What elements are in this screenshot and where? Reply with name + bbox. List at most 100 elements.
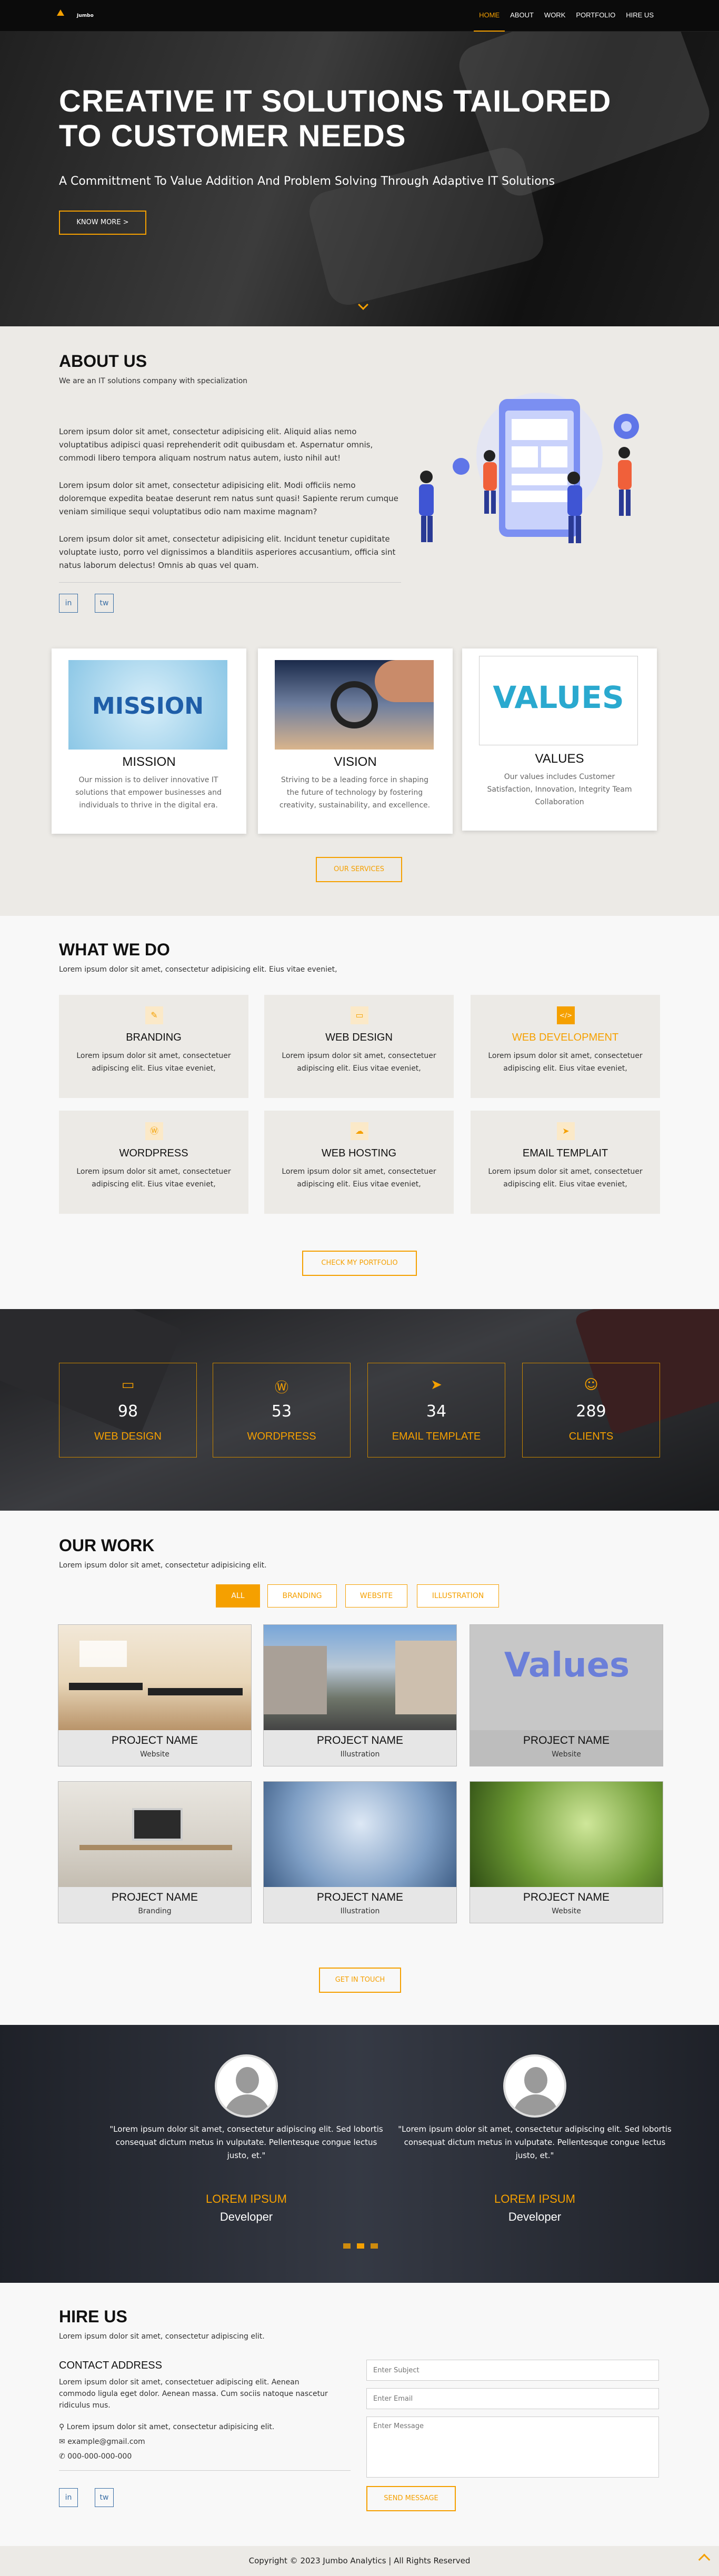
email-input[interactable] (366, 2388, 659, 2409)
service-text: Lorem ipsum dolor sit amet, consectetuer… (282, 1052, 436, 1073)
hero-title: CREATIVE IT SOLUTIONS TAILORED TO CUSTOM… (59, 84, 612, 153)
filter-illustration[interactable]: ILLUSTRATION (417, 1584, 499, 1607)
project-name: PROJECT NAME (523, 1891, 610, 1903)
project-image: Values (470, 1625, 663, 1730)
paper-plane-icon: ➤ (431, 1377, 442, 1393)
twitter-icon[interactable]: tw (95, 594, 114, 613)
about-title: ABOUT US (59, 352, 147, 371)
service-title: WEB HOSTING (321, 1147, 397, 1159)
filter-branding[interactable]: BRANDING (267, 1584, 337, 1607)
service-text: Lorem ipsum dolor sit amet, consectetuer… (76, 1167, 231, 1189)
project-card[interactable]: Values PROJECT NAME Website (470, 1624, 663, 1766)
project-name: PROJECT NAME (111, 1734, 198, 1746)
carousel-dot-active[interactable] (357, 2243, 364, 2249)
testimonial-card: "Lorem ipsum dolor sit amet, consectetur… (398, 2054, 672, 2265)
carousel-dot[interactable] (343, 2243, 351, 2249)
contact-title: CONTACT ADDRESS (59, 2360, 162, 2371)
project-card[interactable]: PROJECT NAME Website (470, 1781, 663, 1923)
project-category: Website (140, 1750, 169, 1759)
project-card[interactable]: PROJECT NAME Website (58, 1624, 252, 1766)
mission-title: MISSION (122, 755, 176, 769)
service-card-branding[interactable]: ✎ BRANDING Lorem ipsum dolor sit amet, c… (59, 995, 248, 1098)
send-message-button[interactable]: SEND MESSAGE (366, 2486, 456, 2511)
nav-link-about[interactable]: ABOUT (505, 0, 539, 32)
email-row: ✉ example@gmail.com (59, 2438, 145, 2446)
linkedin-icon[interactable]: in (59, 2488, 78, 2507)
service-title: EMAIL TEMPLAIT (522, 1147, 608, 1159)
service-card-email-template[interactable]: ➤ EMAIL TEMPLAIT Lorem ipsum dolor sit a… (471, 1111, 660, 1214)
wordpress-icon: Ⓦ (274, 1380, 288, 1396)
monitor-icon: ▭ (351, 1006, 368, 1024)
logo-mark-icon (57, 9, 64, 16)
copyright-text: Copyright © 2023 Jumbo Analytics | All R… (248, 2556, 471, 2565)
hire-title: HIRE US (59, 2307, 127, 2326)
work-title: OUR WORK (59, 1536, 155, 1555)
message-textarea[interactable] (366, 2417, 659, 2478)
about-paragraph-2: Lorem ipsum dolor sit amet, consectetur … (59, 481, 398, 516)
project-card[interactable]: PROJECT NAME Illustration (263, 1624, 457, 1766)
service-title: WORDPRESS (119, 1147, 188, 1159)
hero-section: CREATIVE IT SOLUTIONS TAILORED TO CUSTOM… (0, 32, 719, 326)
cloud-icon: ☁ (351, 1122, 368, 1140)
twitter-icon[interactable]: tw (95, 2488, 114, 2507)
values-title: VALUES (535, 752, 584, 766)
project-image (264, 1625, 456, 1730)
paper-plane-icon: ➤ (557, 1122, 575, 1140)
service-card-web-hosting[interactable]: ☁ WEB HOSTING Lorem ipsum dolor sit amet… (264, 1111, 454, 1214)
service-text: Lorem ipsum dolor sit amet, consectetuer… (76, 1052, 231, 1073)
nav-link-hire-us[interactable]: HIRE US (621, 0, 659, 32)
service-card-web-development[interactable]: </> WEB DEVELOPMENT Lorem ipsum dolor si… (471, 995, 660, 1098)
service-card-web-design[interactable]: ▭ WEB DESIGN Lorem ipsum dolor sit amet,… (264, 995, 454, 1098)
footer: Copyright © 2023 Jumbo Analytics | All R… (0, 2546, 719, 2576)
hero-subtitle: A Committment To Value Addition And Prob… (59, 175, 555, 188)
know-more-button[interactable]: KNOW MORE > (59, 211, 146, 235)
service-card-wordpress[interactable]: Ⓦ WORDPRESS Lorem ipsum dolor sit amet, … (59, 1111, 248, 1214)
subject-input[interactable] (366, 2360, 659, 2381)
filter-all[interactable]: ALL (216, 1584, 260, 1607)
chevron-up-icon[interactable] (698, 2553, 711, 2566)
hire-subtitle: Lorem ipsum dolor sit amet, consectetur … (59, 2332, 265, 2341)
filter-website[interactable]: WEBSITE (345, 1584, 407, 1607)
avatar (503, 2054, 566, 2118)
services-subtitle: Lorem ipsum dolor sit amet, consectetur … (59, 965, 337, 974)
logo[interactable]: Jumbo (57, 9, 94, 22)
testimonial-quote: "Lorem ipsum dolor sit amet, consectetur… (398, 2124, 672, 2160)
testimonial-role: Developer (508, 2210, 562, 2223)
stat-value: 289 (576, 1402, 606, 1421)
project-name: PROJECT NAME (523, 1734, 610, 1746)
stat-web-design: ▭ 98 WEB DESIGN (59, 1363, 197, 1457)
testimonial-name: LOREM IPSUM (205, 2192, 287, 2205)
services-section: WHAT WE DO Lorem ipsum dolor sit amet, c… (0, 916, 719, 1309)
project-category: Website (552, 1750, 581, 1759)
stat-value: 34 (426, 1402, 447, 1421)
carousel-dot[interactable] (371, 2243, 378, 2249)
values-text: Our values includes Customer Satisfactio… (487, 773, 632, 806)
smile-icon: ☺ (584, 1377, 598, 1393)
nav-link-work[interactable]: WORK (539, 0, 571, 32)
vision-title: VISION (334, 755, 377, 769)
nav-link-home[interactable]: HOME (474, 0, 505, 32)
project-image (470, 1782, 663, 1887)
stat-label: WORDPRESS (247, 1431, 316, 1442)
pencil-icon: ✎ (145, 1006, 163, 1024)
check-portfolio-button[interactable]: CHECK MY PORTFOLIO (302, 1251, 417, 1276)
phone-icon: ✆ (59, 2452, 68, 2461)
service-text: Lorem ipsum dolor sit amet, consectetuer… (488, 1167, 643, 1189)
project-card[interactable]: PROJECT NAME Branding (58, 1781, 252, 1923)
linkedin-icon[interactable]: in (59, 594, 78, 613)
nav-links: HOME ABOUT WORK PORTFOLIO HIRE US (474, 0, 659, 32)
get-in-touch-button[interactable]: GET IN TOUCH (319, 1968, 401, 1993)
work-section: OUR WORK Lorem ipsum dolor sit amet, con… (0, 1511, 719, 2025)
project-image-text: Values (504, 1646, 630, 1685)
about-paragraph-1: Lorem ipsum dolor sit amet, consectetur … (59, 427, 373, 463)
project-card[interactable]: PROJECT NAME Illustration (263, 1781, 457, 1923)
wordpress-icon: Ⓦ (145, 1122, 163, 1140)
stat-label: WEB DESIGN (94, 1431, 162, 1442)
service-title: WEB DEVELOPMENT (512, 1032, 619, 1043)
stat-email-template: ➤ 34 EMAIL TEMPLATE (367, 1363, 505, 1457)
our-services-button[interactable]: OUR SERVICES (316, 857, 402, 882)
values-image: VALUES (479, 656, 638, 745)
nav-link-portfolio[interactable]: PORTFOLIO (571, 0, 621, 32)
vision-image (275, 660, 434, 750)
project-category: Branding (138, 1907, 172, 1915)
